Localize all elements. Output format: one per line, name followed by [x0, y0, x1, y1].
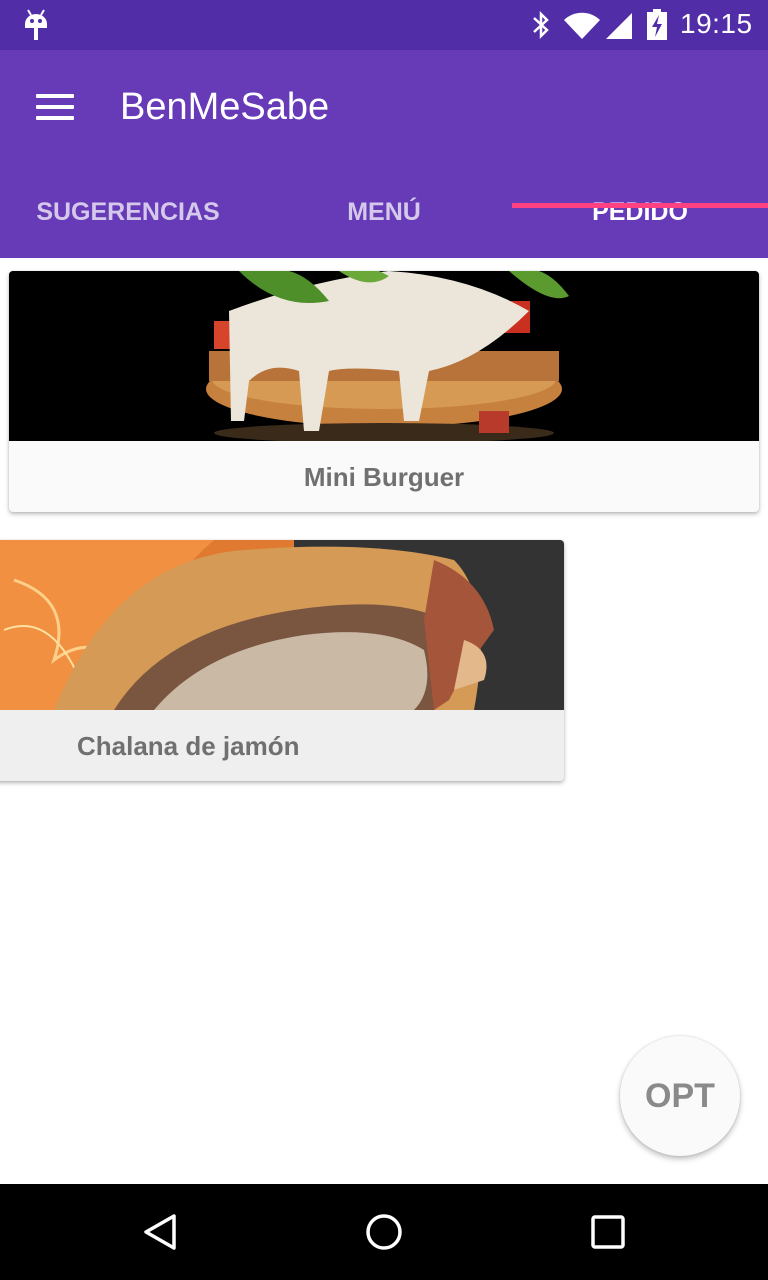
- tab-menu[interactable]: MENÚ: [256, 180, 512, 258]
- android-icon: [25, 9, 47, 40]
- app-title: BenMeSabe: [120, 86, 330, 128]
- home-icon[interactable]: [364, 1212, 404, 1252]
- signal-icon: [606, 13, 632, 39]
- food-card-mini-burguer[interactable]: Mini Burguer: [9, 271, 759, 512]
- clock: 19:15: [680, 8, 753, 39]
- wifi-icon: [564, 12, 600, 40]
- food-photo: [0, 540, 564, 710]
- recents-icon[interactable]: [588, 1212, 628, 1252]
- bluetooth-icon: [533, 10, 549, 40]
- tab-pedido[interactable]: PEDIDO: [512, 180, 768, 258]
- back-icon[interactable]: [140, 1212, 180, 1252]
- food-card-chalana-de-jamon[interactable]: Chalana de jamón: [0, 540, 564, 781]
- status-bar: 19:15: [0, 0, 768, 50]
- options-fab-button[interactable]: OPT: [620, 1036, 740, 1156]
- menu-icon[interactable]: [36, 94, 76, 120]
- app-bar: BenMeSabe SUGERENCIAS MENÚ PEDIDO: [0, 50, 768, 258]
- tab-sugerencias[interactable]: SUGERENCIAS: [0, 180, 256, 258]
- card-title: Mini Burguer: [303, 462, 465, 492]
- card-title: Chalana de jamón: [77, 731, 300, 761]
- food-photo: [9, 271, 759, 441]
- tab-indicator: [512, 203, 768, 208]
- battery-charging-icon: [647, 9, 667, 40]
- navigation-bar: [0, 1184, 768, 1280]
- tab-bar: SUGERENCIAS MENÚ PEDIDO: [0, 180, 768, 258]
